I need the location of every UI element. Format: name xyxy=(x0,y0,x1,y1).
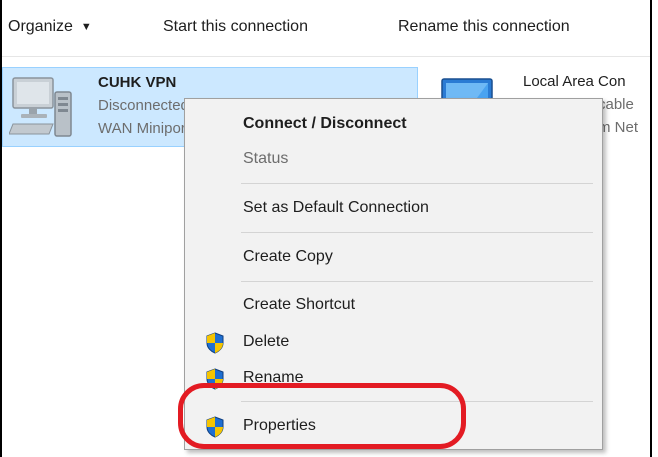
menu-separator xyxy=(241,232,593,233)
menu-item-label: Create Shortcut xyxy=(243,296,356,313)
menu-item-label: Set as Default Connection xyxy=(243,199,429,216)
menu-item-delete[interactable]: Delete xyxy=(185,327,602,357)
organize-menu-button[interactable]: Organize ▼ xyxy=(8,18,92,36)
window-right-edge xyxy=(650,0,652,457)
menu-item-properties[interactable]: Properties xyxy=(185,411,602,441)
menu-item-label: Rename xyxy=(243,369,304,386)
uac-shield-icon xyxy=(206,416,224,438)
connection-device: m Net xyxy=(598,119,639,136)
organize-label: Organize xyxy=(8,18,73,35)
start-connection-button[interactable]: Start this connection xyxy=(163,18,308,36)
context-menu: Connect / Disconnect Status Set as Defau… xyxy=(184,98,603,450)
connection-status: cable xyxy=(598,96,634,113)
connection-status: Disconnected xyxy=(98,97,189,114)
connection-name: Local Area Con xyxy=(523,73,626,90)
command-toolbar: Organize ▼ Start this connection Rename t… xyxy=(2,0,650,57)
menu-item-set-default[interactable]: Set as Default Connection xyxy=(185,193,602,223)
menu-item-status: Status xyxy=(185,144,602,174)
menu-item-label: Connect / Disconnect xyxy=(243,115,407,132)
network-connections-window: Organize ▼ Start this connection Rename t… xyxy=(0,0,658,457)
menu-item-label: Status xyxy=(243,150,289,167)
menu-item-label: Create Copy xyxy=(243,248,333,265)
menu-item-connect-disconnect[interactable]: Connect / Disconnect xyxy=(185,109,602,139)
menu-item-create-copy[interactable]: Create Copy xyxy=(185,242,602,272)
menu-separator xyxy=(241,183,593,184)
rename-connection-button[interactable]: Rename this connection xyxy=(398,18,570,36)
menu-separator xyxy=(241,281,593,282)
menu-item-rename[interactable]: Rename xyxy=(185,363,602,393)
computer-network-icon xyxy=(9,77,72,137)
chevron-down-icon: ▼ xyxy=(80,21,92,33)
uac-shield-icon xyxy=(206,332,224,354)
menu-item-create-shortcut[interactable]: Create Shortcut xyxy=(185,290,602,320)
menu-item-label: Properties xyxy=(243,417,316,434)
menu-separator xyxy=(241,401,593,402)
connection-name: CUHK VPN xyxy=(98,74,177,91)
uac-shield-icon xyxy=(206,368,224,390)
menu-item-label: Delete xyxy=(243,333,290,350)
